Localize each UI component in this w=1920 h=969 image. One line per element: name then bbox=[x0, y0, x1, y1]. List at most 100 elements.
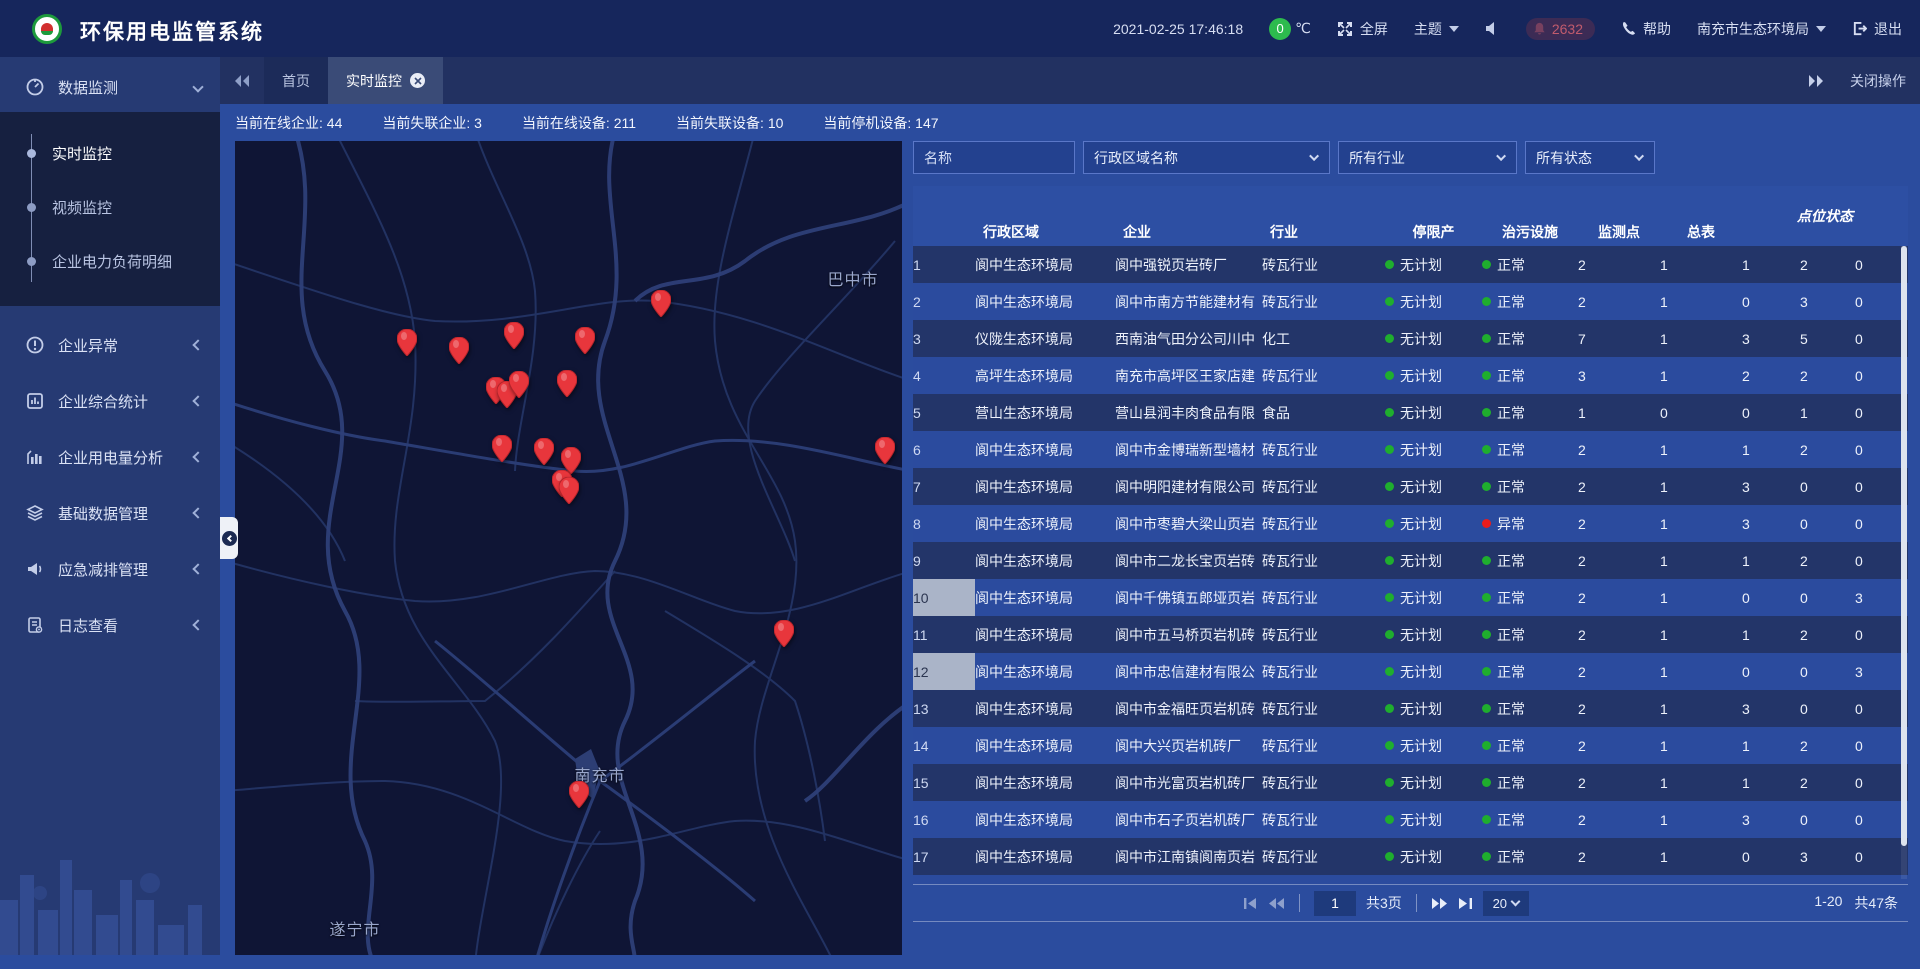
sidebar-item-video-monitor[interactable]: 视频监控 bbox=[0, 180, 220, 234]
map-pin[interactable] bbox=[651, 290, 671, 317]
cell-industry: 砖瓦行业 bbox=[1262, 616, 1385, 653]
range-label: 1-20 bbox=[1814, 893, 1842, 913]
sidebar-item-emergency-reduction[interactable]: 应急减排管理 bbox=[0, 552, 220, 586]
table-row[interactable]: 5营山生态环境局营山县润丰肉食品有限食品无计划正常10010 bbox=[913, 394, 1908, 431]
notification-badge[interactable]: 2632 bbox=[1526, 18, 1595, 40]
map-pin[interactable] bbox=[575, 327, 595, 354]
bar-chart-icon bbox=[26, 448, 44, 466]
stat-item: 当前停机设备: 147 bbox=[823, 113, 938, 133]
table-row[interactable]: 17阆中生态环境局阆中市江南镇阆南页岩砖瓦行业无计划正常21030 bbox=[913, 838, 1908, 875]
prev-page-button[interactable] bbox=[1268, 897, 1285, 910]
mute-button[interactable] bbox=[1485, 21, 1500, 36]
chevron-down-icon bbox=[1816, 26, 1826, 32]
table-row[interactable]: 11阆中生态环境局阆中市五马桥页岩机砖砖瓦行业无计划正常21120 bbox=[913, 616, 1908, 653]
map-pin[interactable] bbox=[875, 437, 895, 464]
sidebar-item-base-data[interactable]: 基础数据管理 bbox=[0, 496, 220, 530]
status-dot-icon bbox=[1385, 334, 1394, 343]
logout-button[interactable]: 退出 bbox=[1852, 19, 1902, 39]
cell-region: 阆中生态环境局 bbox=[975, 579, 1115, 616]
name-search-input[interactable] bbox=[913, 141, 1075, 174]
next-page-button[interactable] bbox=[1431, 897, 1448, 910]
cell-industry: 砖瓦行业 bbox=[1262, 357, 1385, 394]
map-pin[interactable] bbox=[492, 435, 512, 462]
cell-industry: 砖瓦行业 bbox=[1262, 468, 1385, 505]
last-page-button[interactable] bbox=[1458, 897, 1473, 910]
sidebar-item-data-monitor[interactable]: 数据监测 bbox=[0, 70, 220, 104]
scrollbar-thumb[interactable] bbox=[1901, 246, 1907, 846]
cell-row-number: 5 bbox=[913, 394, 975, 431]
cell-company: 营山县润丰肉食品有限 bbox=[1115, 394, 1262, 431]
table-row[interactable]: 7阆中生态环境局阆中明阳建材有限公司砖瓦行业无计划正常21300 bbox=[913, 468, 1908, 505]
sidebar-item-log-view[interactable]: 日志查看 bbox=[0, 608, 220, 642]
table-row[interactable]: 4高坪生态环境局南充市高坪区王家店建砖瓦行业无计划正常31220 bbox=[913, 357, 1908, 394]
region-select[interactable]: 行政区域名称 bbox=[1083, 141, 1330, 174]
map-pin[interactable] bbox=[569, 781, 589, 808]
filter-bar: 行政区域名称 所有行业 所有状态 bbox=[913, 141, 1908, 175]
map-pin[interactable] bbox=[774, 620, 794, 647]
cell-treatment-status: 正常 bbox=[1482, 690, 1578, 727]
cell-limit-status: 无计划 bbox=[1385, 246, 1482, 283]
app-logo bbox=[32, 14, 62, 44]
sidebar-item-power-analysis[interactable]: 企业用电量分析 bbox=[0, 440, 220, 474]
sidebar-collapse-handle[interactable] bbox=[220, 517, 238, 559]
org-dropdown[interactable]: 南充市生态环境局 bbox=[1697, 19, 1826, 39]
table-row[interactable]: 6阆中生态环境局阆中市金博瑞新型墙材砖瓦行业无计划正常21120 bbox=[913, 431, 1908, 468]
table-row[interactable]: 14阆中生态环境局阆中大兴页岩机砖厂砖瓦行业无计划正常21120 bbox=[913, 727, 1908, 764]
map-pin[interactable] bbox=[534, 438, 554, 465]
table-row[interactable]: 10阆中生态环境局阆中千佛镇五郎垭页岩砖瓦行业无计划正常21003 bbox=[913, 579, 1908, 616]
tab-home[interactable]: 首页 bbox=[264, 57, 328, 104]
map-pin[interactable] bbox=[397, 329, 417, 356]
table-row[interactable]: 15阆中生态环境局阆中市光富页岩机砖厂砖瓦行业无计划正常21120 bbox=[913, 764, 1908, 801]
table-row[interactable]: 12阆中生态环境局阆中市忠信建材有限公砖瓦行业无计划正常21003 bbox=[913, 653, 1908, 690]
map-city-label: 遂宁市 bbox=[329, 916, 380, 940]
close-icon[interactable] bbox=[410, 73, 425, 88]
map-pin[interactable] bbox=[449, 337, 469, 364]
cell-treatment-status: 正常 bbox=[1482, 875, 1578, 884]
map-pin[interactable] bbox=[559, 477, 579, 504]
tabs-scroll-left-button[interactable] bbox=[220, 57, 264, 104]
layers-icon bbox=[26, 504, 44, 522]
status-dot-icon bbox=[1482, 815, 1491, 824]
table-scrollbar[interactable] bbox=[1901, 246, 1907, 879]
fullscreen-icon bbox=[1337, 21, 1353, 37]
table-row[interactable]: 9阆中生态环境局阆中市二龙长宝页岩砖砖瓦行业无计划正常21120 bbox=[913, 542, 1908, 579]
table-row[interactable]: 1阆中生态环境局阆中强锐页岩砖厂砖瓦行业无计划正常21120 bbox=[913, 246, 1908, 283]
cell-total-meter: 1 bbox=[1660, 653, 1742, 690]
sidebar-item-realtime-monitor[interactable]: 实时监控 bbox=[0, 126, 220, 180]
double-chevron-left-icon bbox=[234, 74, 250, 88]
tabs-scroll-right-button[interactable] bbox=[1808, 74, 1824, 88]
map-pin[interactable] bbox=[509, 371, 529, 398]
close-operations-button[interactable]: 关闭操作 bbox=[1850, 71, 1906, 91]
first-page-button[interactable] bbox=[1243, 897, 1258, 910]
cell-industry: 砖瓦行业 bbox=[1262, 505, 1385, 542]
sidebar-item-company-stats[interactable]: 企业综合统计 bbox=[0, 384, 220, 418]
bullet-dot-icon bbox=[27, 257, 36, 266]
cell-company: 阆中市石子页岩机砖厂 bbox=[1115, 801, 1262, 838]
chevron-left-icon bbox=[192, 563, 203, 574]
theme-dropdown[interactable]: 主题 bbox=[1414, 19, 1459, 39]
cell-region: 仪陇生态环境局 bbox=[975, 320, 1115, 357]
map-pin[interactable] bbox=[557, 370, 577, 397]
table-row[interactable]: 13阆中生态环境局阆中市金福旺页岩机砖砖瓦行业无计划正常21300 bbox=[913, 690, 1908, 727]
table-row[interactable]: 16阆中生态环境局阆中市石子页岩机砖厂砖瓦行业无计划正常21300 bbox=[913, 801, 1908, 838]
help-button[interactable]: 帮助 bbox=[1621, 19, 1671, 39]
status-select[interactable]: 所有状态 bbox=[1525, 141, 1655, 174]
table-row[interactable]: 3仪陇生态环境局西南油气田分公司川中化工无计划正常71350 bbox=[913, 320, 1908, 357]
table-row[interactable]: 8阆中生态环境局阆中市枣碧大梁山页岩砖瓦行业无计划异常21300 bbox=[913, 505, 1908, 542]
table-row[interactable]: 18南部生态环境局南部县新华水泥有限公建材化工无计划正常60060 bbox=[913, 875, 1908, 884]
chevron-left-icon bbox=[192, 619, 203, 630]
map-pin[interactable] bbox=[504, 322, 524, 349]
fullscreen-button[interactable]: 全屏 bbox=[1337, 19, 1388, 39]
sidebar-item-power-load-detail[interactable]: 企业电力负荷明细 bbox=[0, 234, 220, 288]
last-page-icon bbox=[1458, 897, 1473, 910]
cell-company: 西南油气田分公司川中 bbox=[1115, 320, 1262, 357]
cell-region: 阆中生态环境局 bbox=[975, 690, 1115, 727]
table-row[interactable]: 2阆中生态环境局阆中市南方节能建材有砖瓦行业无计划正常21030 bbox=[913, 283, 1908, 320]
page-number-input[interactable] bbox=[1314, 891, 1356, 916]
sidebar-item-company-abnormal[interactable]: 企业异常 bbox=[0, 328, 220, 362]
industry-select[interactable]: 所有行业 bbox=[1338, 141, 1517, 174]
page-size-select[interactable]: 20 bbox=[1483, 891, 1529, 916]
cell-region: 营山生态环境局 bbox=[975, 394, 1115, 431]
map-panel[interactable]: 巴中市南充市遂宁市 bbox=[235, 141, 902, 955]
tab-realtime-monitor[interactable]: 实时监控 bbox=[328, 57, 443, 104]
